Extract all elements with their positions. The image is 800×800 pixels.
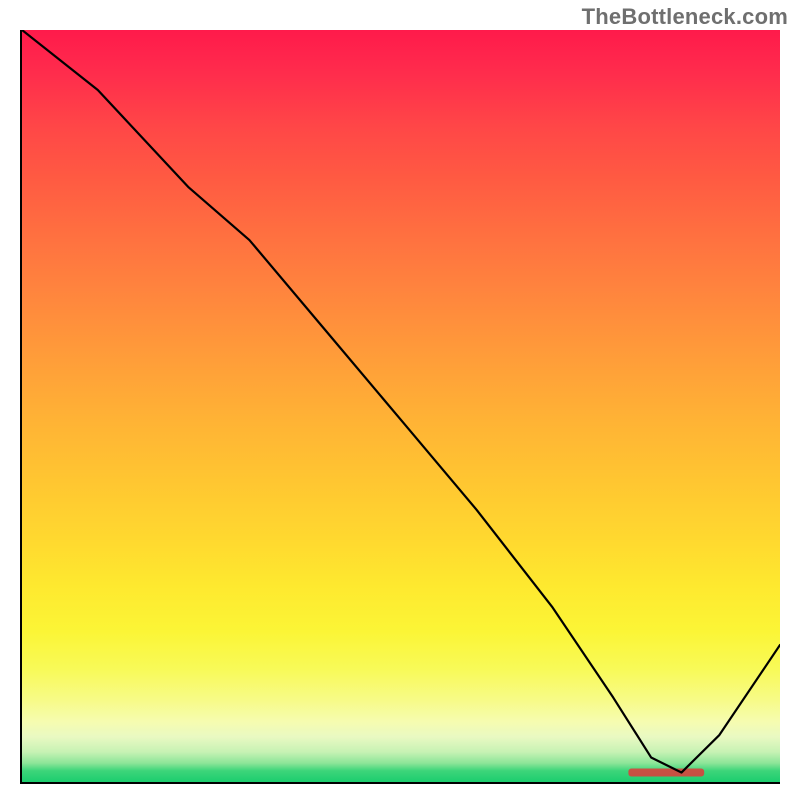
chart-plot-area <box>20 30 780 784</box>
bottleneck-curve-path <box>22 30 780 773</box>
watermark-text: TheBottleneck.com <box>582 4 788 30</box>
bottleneck-curve <box>22 30 780 780</box>
